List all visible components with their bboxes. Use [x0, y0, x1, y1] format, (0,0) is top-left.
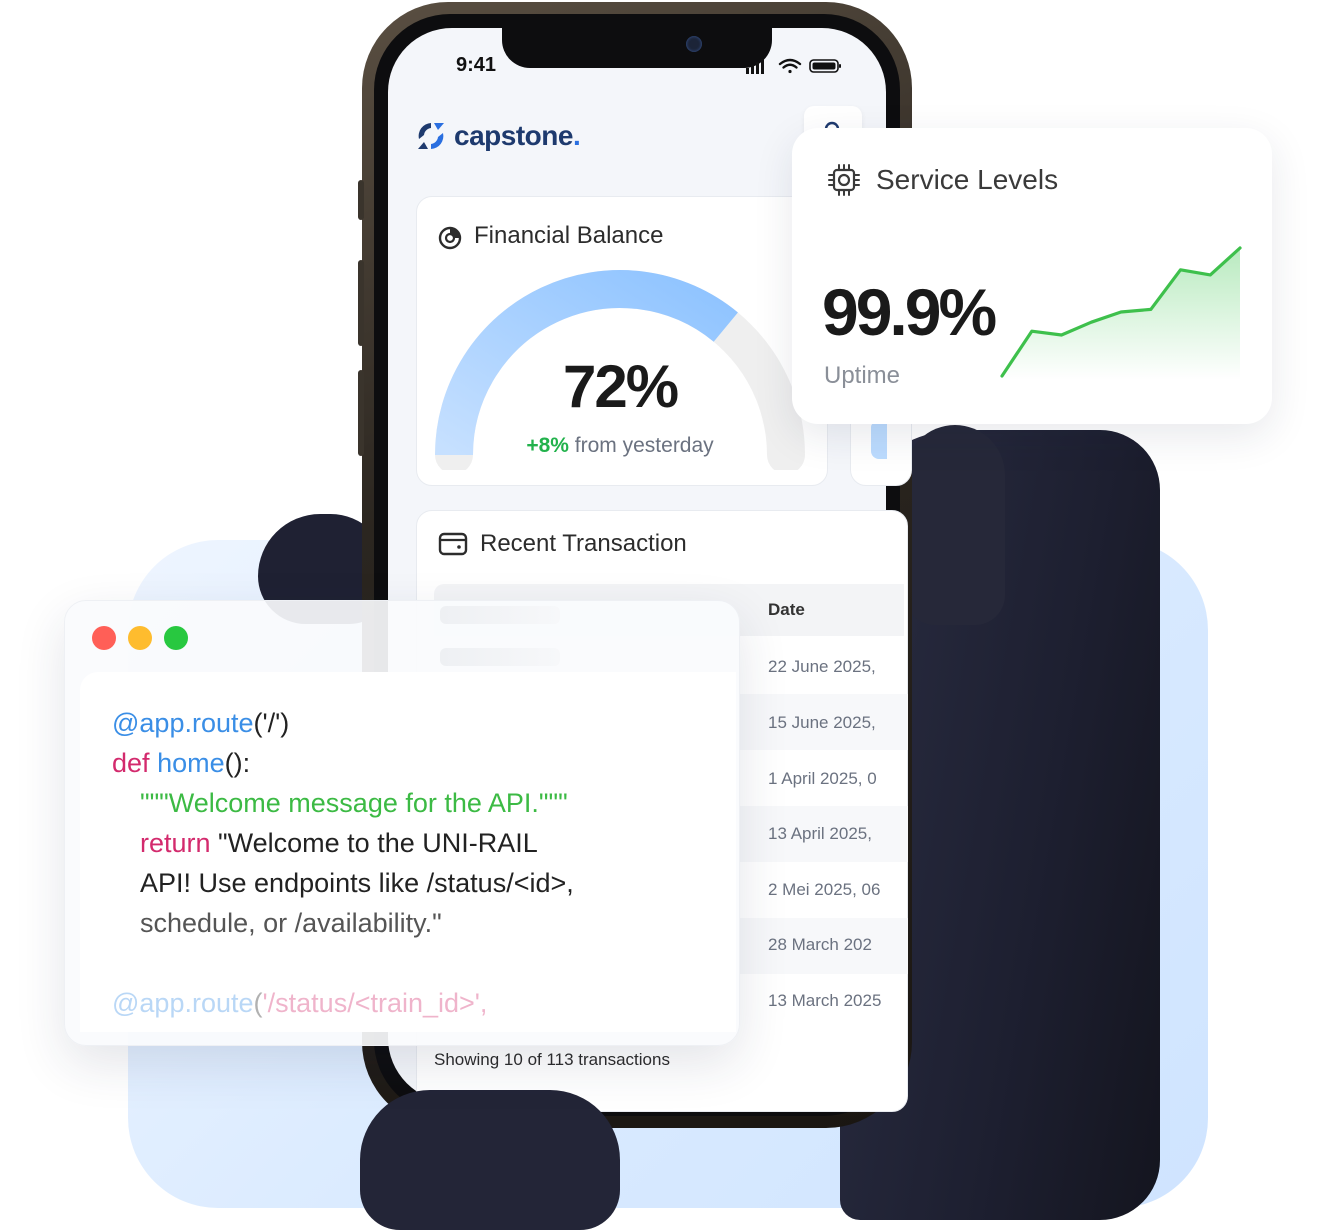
secondary-gauge-fragment: [871, 423, 887, 459]
date-column-header[interactable]: Date: [768, 600, 805, 620]
code-line-6: schedule, or /availability.": [140, 908, 442, 938]
status-time: 9:41: [456, 54, 497, 76]
code-line-2: def home():: [112, 748, 251, 778]
gauge-icon: [438, 226, 462, 250]
phone-volume-down: [358, 370, 364, 456]
placeholder-bar: [440, 648, 560, 666]
uptime-label: Uptime: [824, 362, 901, 389]
transaction-title: Recent Transaction: [480, 530, 687, 557]
transactions-footer: Showing 10 of 113 transactions: [434, 1050, 670, 1069]
hand-thumb-bottom: [360, 1090, 620, 1230]
phone-side-button: [358, 180, 364, 220]
code-line-7: @app.route('/status/<train_id>',: [112, 988, 488, 1018]
placeholder-bar: [440, 606, 560, 624]
uptime-value: 99.9%: [822, 275, 997, 349]
code-line-1: @app.route('/'): [112, 708, 290, 738]
window-close-button[interactable]: [92, 626, 116, 650]
transaction-date: 1 April 2025, 0: [768, 769, 877, 788]
transaction-date: 13 March 2025: [768, 991, 882, 1010]
hand-finger: [905, 425, 1005, 625]
status-icons: [746, 58, 841, 74]
uptime-trend-chart: [1000, 246, 1242, 380]
camera-icon: [686, 36, 702, 52]
change-suffix: from yesterday: [568, 434, 714, 457]
financial-title: Financial Balance: [474, 222, 664, 249]
transaction-date: 28 March 202: [768, 935, 872, 954]
wifi-icon: [778, 58, 802, 74]
cpu-chip-icon: [828, 164, 860, 196]
trend-area: [1002, 248, 1240, 380]
transaction-date: 13 April 2025,: [768, 824, 872, 843]
wallet-icon: [438, 532, 468, 556]
battery-icon: [809, 59, 841, 73]
window-minimize-button[interactable]: [128, 626, 152, 650]
code-line-3: """Welcome message for the API.""": [140, 788, 568, 818]
phone-notch: [502, 28, 772, 68]
signal-icon: [746, 59, 764, 74]
financial-value: 72%: [562, 353, 679, 420]
code-line-5: API! Use endpoints like /status/<id>,: [140, 868, 574, 898]
window-maximize-button[interactable]: [164, 626, 188, 650]
change-percent: +8%: [526, 434, 569, 457]
brand-name: capstone.: [454, 120, 581, 151]
financial-change: +8% from yesterday: [470, 434, 770, 458]
phone-volume-up: [358, 260, 364, 346]
code-line-4: return "Welcome to the UNI-RAIL: [140, 828, 538, 858]
service-levels-title: Service Levels: [876, 164, 1059, 195]
transaction-date: 22 June 2025,: [768, 657, 876, 676]
transaction-date: 2 Mei 2025, 06: [768, 880, 881, 899]
capstone-logo-icon: [418, 123, 444, 149]
transaction-date: 15 June 2025,: [768, 713, 876, 732]
brand-logo[interactable]: capstone.: [414, 116, 581, 156]
